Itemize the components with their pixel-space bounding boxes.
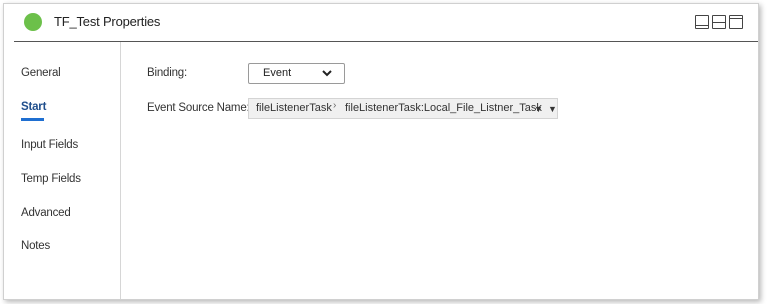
- event-source-label: Event Source Name:: [147, 102, 250, 114]
- sidebar-item-temp-fields[interactable]: Temp Fields: [21, 173, 81, 185]
- dropdown-caret-icon[interactable]: ▼: [534, 104, 543, 114]
- sidebar-item-advanced[interactable]: Advanced: [21, 207, 71, 219]
- breadcrumb-separator-icon: ›: [333, 100, 337, 111]
- dropdown-caret-icon[interactable]: ▼: [548, 104, 557, 114]
- sidebar-item-notes[interactable]: Notes: [21, 240, 50, 252]
- event-source-field[interactable]: fileListenerTask › fileListenerTask:Loca…: [248, 98, 558, 119]
- panel-title: TF_Test Properties: [54, 14, 161, 29]
- sidebar-item-input-fields[interactable]: Input Fields: [21, 139, 78, 151]
- sidebar-item-start[interactable]: Start: [21, 101, 46, 121]
- status-indicator-icon: [24, 13, 42, 31]
- layout-toggle-group: [695, 15, 743, 29]
- binding-select[interactable]: Event: [248, 63, 345, 84]
- panel-header: TF_Test Properties: [14, 4, 758, 42]
- properties-panel: TF_Test Properties General Start Input F…: [3, 3, 759, 300]
- binding-label: Binding:: [147, 67, 187, 79]
- layout-split-icon[interactable]: [712, 15, 726, 29]
- chevron-down-icon: [322, 68, 332, 80]
- sidebar-item-general[interactable]: General: [21, 67, 61, 79]
- layout-top-panel-icon[interactable]: [729, 15, 743, 29]
- layout-bottom-panel-icon[interactable]: [695, 15, 709, 29]
- properties-sidebar: General Start Input Fields Temp Fields A…: [4, 42, 121, 299]
- binding-select-value: Event: [263, 67, 292, 79]
- event-source-task[interactable]: fileListenerTask: [256, 102, 332, 114]
- event-source-detail[interactable]: fileListenerTask:Local_File_Listner_Task: [345, 102, 542, 114]
